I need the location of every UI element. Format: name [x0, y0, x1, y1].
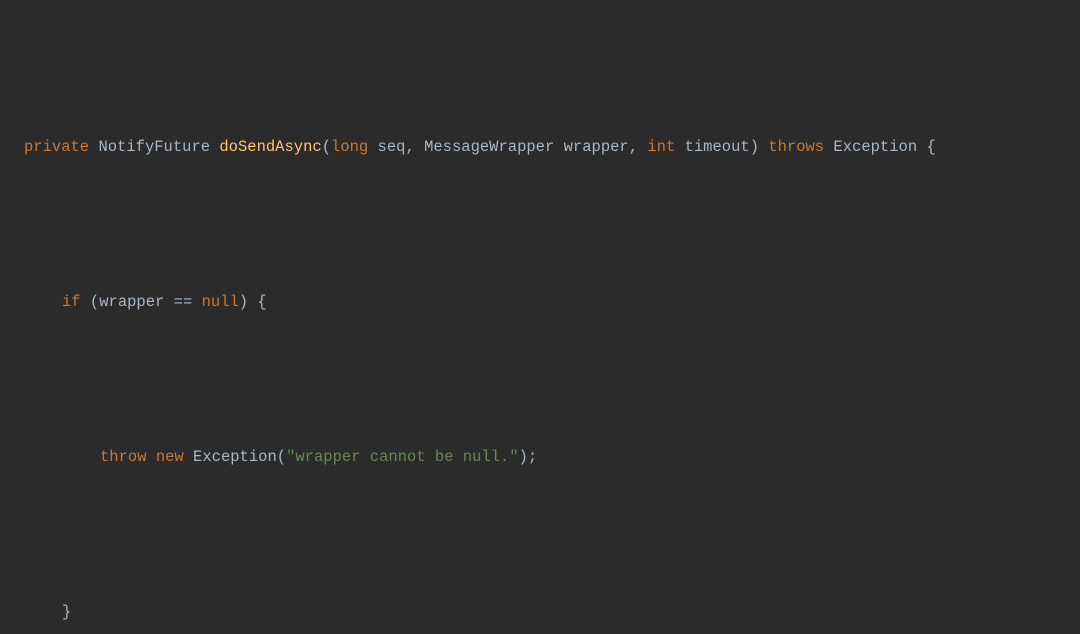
string-literal: "wrapper cannot be null." [286, 448, 519, 466]
code-line[interactable]: } [0, 597, 1080, 628]
param-timeout: timeout [685, 138, 750, 156]
method-name: doSendAsync [219, 138, 321, 156]
brace-close: } [62, 597, 71, 628]
paren-open: ( [322, 138, 331, 156]
type-exception: Exception [193, 448, 277, 466]
type-messagewrapper: MessageWrapper [424, 138, 554, 156]
keyword-throw: throw [100, 448, 147, 466]
code-line[interactable]: if (wrapper == null) { [0, 287, 1080, 318]
keyword-if: if [62, 293, 81, 311]
keyword-new: new [156, 448, 184, 466]
return-type: NotifyFuture [98, 138, 210, 156]
keyword-null: null [202, 293, 239, 311]
op-eq: == [174, 293, 193, 311]
param-seq: seq [378, 138, 406, 156]
keyword-int: int [647, 138, 675, 156]
code-line[interactable]: private NotifyFuture doSendAsync(long se… [0, 132, 1080, 163]
type-exception: Exception [833, 138, 917, 156]
keyword-private: private [24, 138, 89, 156]
keyword-long: long [331, 138, 368, 156]
keyword-throws: throws [768, 138, 824, 156]
code-line[interactable]: throw new Exception("wrapper cannot be n… [0, 442, 1080, 473]
var-wrapper: wrapper [99, 293, 164, 311]
param-wrapper: wrapper [564, 138, 629, 156]
code-editor[interactable]: private NotifyFuture doSendAsync(long se… [0, 0, 1080, 634]
